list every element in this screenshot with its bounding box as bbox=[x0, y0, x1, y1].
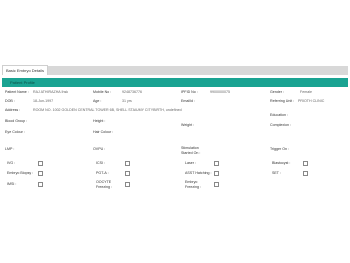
oocyte-freezing-checkbox[interactable] bbox=[125, 182, 130, 187]
ivf-checkbox[interactable] bbox=[38, 161, 43, 166]
gender-value: Female bbox=[300, 90, 312, 94]
section-header: Patient Profile bbox=[2, 78, 348, 87]
embryo-biopsy-checkbox[interactable] bbox=[38, 171, 43, 176]
embryo-biopsy-label: Embryo Biopsy : bbox=[7, 171, 34, 175]
section-title: Patient Profile bbox=[10, 80, 35, 85]
icsi-label: ICSI : bbox=[96, 161, 105, 165]
age-label: Age : bbox=[93, 99, 102, 103]
embryo-freezing-checkbox[interactable] bbox=[214, 182, 219, 187]
row-stimulation: Stimulation Started On : bbox=[181, 146, 221, 158]
pgt-a-checkbox[interactable] bbox=[125, 171, 130, 176]
row-name: Patient Name : RAJ ATHIRAZHA Ihsk Mobile… bbox=[0, 88, 350, 96]
icsi-checkbox[interactable] bbox=[125, 161, 130, 166]
set-label: SET : bbox=[272, 171, 281, 175]
ovpu-label: OVPU : bbox=[93, 147, 106, 151]
age-value: 31 yrs bbox=[122, 99, 132, 103]
tab-bar bbox=[2, 66, 348, 75]
embryo-freezing-label: Embryo Freezing : bbox=[185, 180, 201, 189]
ivf-label: IVG : bbox=[7, 161, 16, 165]
dob-label: DOB : bbox=[5, 99, 15, 103]
embryo-details-page: Basic Embryo Details Patient Profile Pat… bbox=[0, 0, 350, 263]
dob-value: 18-Jun-1997 bbox=[33, 99, 54, 103]
row-checks-2: Embryo Biopsy : PGT-A : ASST Hatching : … bbox=[0, 169, 350, 177]
row-checks-3: IMSI : OOCYTE Freezing : Embryo Freezing… bbox=[0, 180, 350, 189]
blastocyst-checkbox[interactable] bbox=[303, 161, 308, 166]
ipfid-label: IPFID No : bbox=[181, 90, 198, 94]
patient-name-value: RAJ ATHIRAZHA Ihsk bbox=[33, 90, 69, 94]
patient-name-label: Patient Name : bbox=[5, 90, 29, 94]
stimulation-started-label: Stimulation Started On : bbox=[181, 146, 201, 155]
oocyte-freezing-label: OOCYTE Freezing : bbox=[96, 180, 112, 189]
tab-basic-embryo-details[interactable]: Basic Embryo Details bbox=[2, 65, 49, 75]
email-label: EmailId : bbox=[181, 99, 195, 103]
referring-unit-value: PRIOTH CLINIC bbox=[298, 99, 325, 103]
laser-label: Laser : bbox=[185, 161, 196, 165]
row-dob: DOB : 18-Jun-1997 Age : 31 yrs EmailId :… bbox=[0, 97, 350, 105]
ipfid-value: 9900000075 bbox=[210, 90, 230, 94]
gender-label: Gender : bbox=[270, 90, 284, 94]
imsi-label: IMSI : bbox=[7, 182, 17, 186]
hair-colour-label: Hair Colour : bbox=[93, 130, 114, 134]
laser-checkbox[interactable] bbox=[214, 161, 219, 166]
set-checkbox[interactable] bbox=[303, 171, 308, 176]
lmp-label: LMP : bbox=[5, 147, 15, 151]
row-lmp: LMP : OVPU : Trigger On : bbox=[0, 145, 350, 153]
blastocyst-label: Blastocyst : bbox=[272, 161, 291, 165]
trigger-on-label: Trigger On : bbox=[270, 147, 290, 151]
mobile-value: 9248736776 bbox=[122, 90, 142, 94]
eye-colour-label: Eye Colour : bbox=[5, 130, 25, 134]
imsi-checkbox[interactable] bbox=[38, 182, 43, 187]
assist-hatching-checkbox[interactable] bbox=[214, 171, 219, 176]
referring-unit-label: Referring Unit : bbox=[270, 99, 295, 103]
pgt-a-label: PGT-A : bbox=[96, 171, 109, 175]
mobile-label: Mobile No : bbox=[93, 90, 112, 94]
row-checks-1: IVG : ICSI : Laser : Blastocyst : bbox=[0, 159, 350, 167]
assist-hatching-label: ASST Hatching : bbox=[185, 171, 212, 175]
row-eye-colour: Eye Colour : Hair Colour : bbox=[0, 128, 350, 136]
